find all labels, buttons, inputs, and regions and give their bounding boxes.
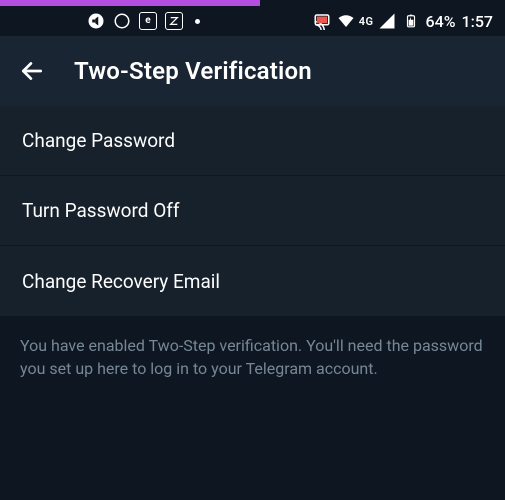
list-item-label: Turn Password Off	[22, 199, 180, 222]
change-recovery-email-item[interactable]: Change Recovery Email	[0, 246, 505, 316]
moon-icon	[113, 12, 131, 30]
turn-password-off-item[interactable]: Turn Password Off	[0, 176, 505, 246]
list-item-label: Change Recovery Email	[22, 270, 220, 293]
status-bar: e 4G 64% 1:57	[0, 6, 505, 36]
change-password-item[interactable]: Change Password	[0, 106, 505, 176]
app-icon-z	[165, 12, 183, 30]
battery-icon	[402, 12, 420, 30]
app-icon-e: e	[139, 12, 157, 30]
network-label: 4G	[359, 15, 374, 28]
footer-hint: You have enabled Two-Step verification. …	[0, 316, 505, 398]
sound-icon	[87, 12, 105, 30]
list-item-label: Change Password	[22, 129, 175, 152]
more-indicator-icon	[195, 19, 200, 24]
app-bar: Two-Step Verification	[0, 36, 505, 106]
back-button[interactable]	[16, 55, 48, 87]
battery-percent: 64%	[426, 12, 456, 31]
wifi-icon	[337, 12, 355, 30]
cast-icon	[313, 12, 331, 30]
settings-list: Change Password Turn Password Off Change…	[0, 106, 505, 316]
signal-icon	[378, 12, 396, 30]
clock: 1:57	[462, 12, 494, 31]
page-title: Two-Step Verification	[74, 57, 312, 85]
